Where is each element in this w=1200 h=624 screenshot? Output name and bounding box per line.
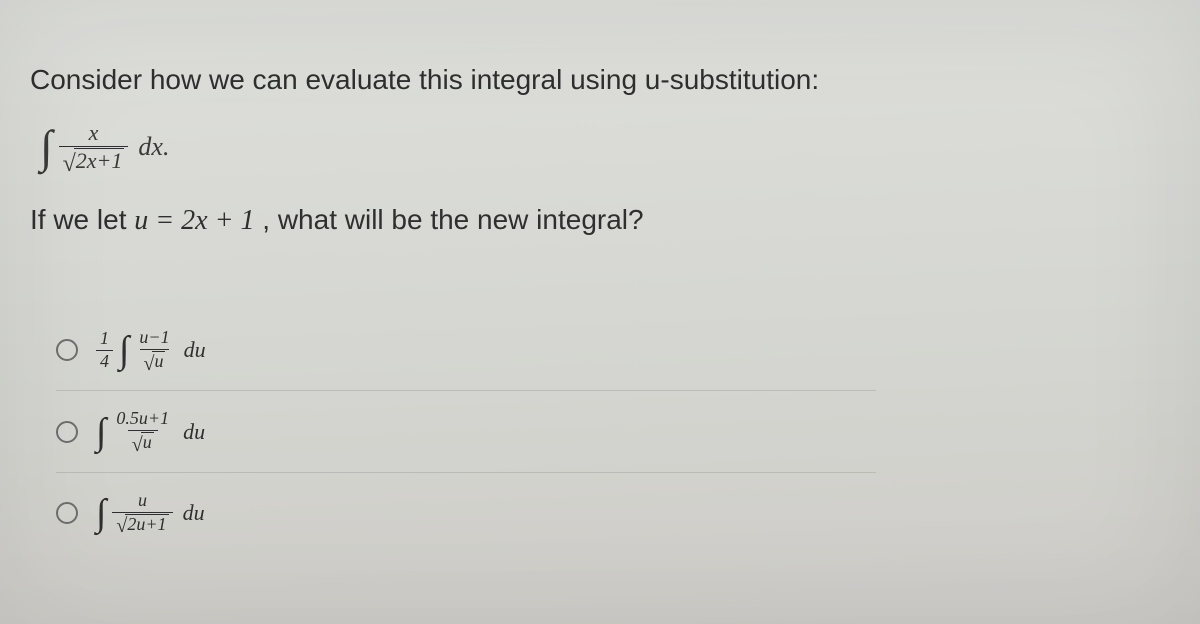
sqrt-expression: √ 2x+1 bbox=[63, 148, 125, 173]
sqrt-icon: √ bbox=[63, 152, 76, 176]
option-frac-den: √ 2u+1 bbox=[112, 512, 172, 536]
sqrt-argument: 2x+1 bbox=[74, 148, 125, 173]
option-a-math: 1 4 ∫ u−1 √ u du bbox=[96, 328, 206, 372]
option-frac-num: 0.5u+1 bbox=[112, 409, 173, 430]
leading-fraction: 1 4 bbox=[96, 329, 113, 372]
sqrt-expression: √ 2u+1 bbox=[116, 514, 168, 535]
option-frac-den: √ u bbox=[128, 430, 158, 454]
option-fraction: u √ 2u+1 bbox=[112, 491, 172, 535]
radio-icon[interactable] bbox=[56, 421, 78, 443]
sqrt-icon: √ bbox=[116, 516, 127, 536]
differential-du: du bbox=[183, 500, 205, 526]
integral-sign-icon: ∫ bbox=[119, 331, 129, 369]
given-integral: ∫ x √ 2x+1 dx. bbox=[40, 121, 1170, 174]
option-frac-num: u bbox=[134, 491, 151, 512]
sqrt-icon: √ bbox=[144, 354, 155, 374]
integrand-denominator: √ 2x+1 bbox=[59, 146, 129, 173]
sqrt-icon: √ bbox=[132, 435, 143, 455]
integral-sign-icon: ∫ bbox=[96, 413, 106, 451]
sub-suffix: , what will be the new integral? bbox=[262, 204, 643, 235]
option-b-math: ∫ 0.5u+1 √ u du bbox=[96, 409, 205, 453]
option-frac-den: √ u bbox=[140, 349, 170, 373]
sub-math: u = 2x + 1 bbox=[134, 205, 254, 236]
option-frac-num: u−1 bbox=[135, 328, 173, 349]
sqrt-expression: √ u bbox=[132, 432, 154, 453]
radio-icon[interactable] bbox=[56, 502, 78, 524]
sqrt-argument: 2u+1 bbox=[125, 514, 168, 535]
differential-du: du bbox=[183, 419, 205, 445]
integral-sign-icon: ∫ bbox=[96, 494, 106, 532]
option-fraction: 0.5u+1 √ u bbox=[112, 409, 173, 453]
radio-icon[interactable] bbox=[56, 339, 78, 361]
substitution-line: If we let u = 2x + 1 , what will be the … bbox=[30, 200, 1170, 240]
question-prompt: Consider how we can evaluate this integr… bbox=[30, 60, 1170, 99]
leading-frac-den: 4 bbox=[96, 350, 113, 372]
option-fraction: u−1 √ u bbox=[135, 328, 173, 372]
question-page: Consider how we can evaluate this integr… bbox=[0, 0, 1200, 624]
differential-dx: dx. bbox=[138, 132, 169, 162]
integrand-numerator: x bbox=[85, 121, 103, 146]
option-c[interactable]: ∫ u √ 2u+1 du bbox=[56, 473, 876, 553]
sqrt-expression: √ u bbox=[144, 351, 166, 372]
sub-prefix: If we let bbox=[30, 204, 134, 235]
answer-options: 1 4 ∫ u−1 √ u du bbox=[56, 310, 1170, 553]
option-c-math: ∫ u √ 2u+1 du bbox=[96, 491, 205, 535]
option-a[interactable]: 1 4 ∫ u−1 √ u du bbox=[56, 310, 876, 391]
option-b[interactable]: ∫ 0.5u+1 √ u du bbox=[56, 391, 876, 472]
leading-frac-num: 1 bbox=[96, 329, 113, 350]
integral-sign-icon: ∫ bbox=[40, 124, 53, 170]
integrand-fraction: x √ 2x+1 bbox=[59, 121, 129, 174]
differential-du: du bbox=[184, 337, 206, 363]
